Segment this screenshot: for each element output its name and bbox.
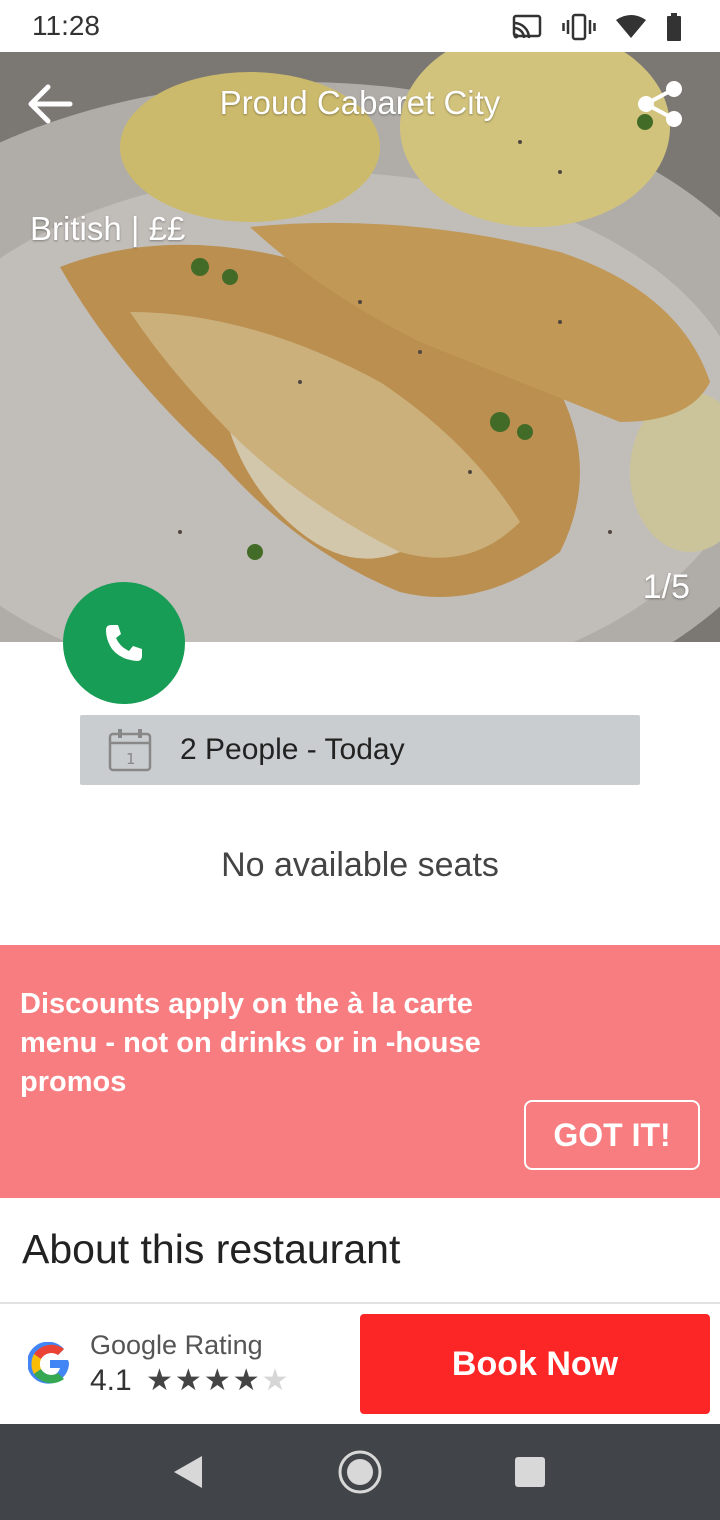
star-icon: ★ [203, 1364, 231, 1397]
booking-selection: 2 People - Today [180, 733, 405, 766]
promo-banner: Discounts apply on the à la carte menu -… [0, 945, 720, 1198]
call-button[interactable] [63, 582, 185, 704]
star-icon: ★ [146, 1364, 173, 1397]
hero-overlay [0, 52, 720, 642]
svg-text:1: 1 [126, 750, 136, 768]
arrow-left-icon[interactable] [26, 82, 74, 126]
hero-image[interactable]: Proud Cabaret City British | ££ 1/5 [0, 52, 720, 642]
rating-value: 4.1 [90, 1364, 132, 1397]
star-icon: ★ [174, 1364, 202, 1397]
status-bar: 11:28 [0, 0, 720, 52]
cuisine-price: British | ££ [30, 210, 186, 247]
phone-icon [106, 625, 142, 661]
google-logo [28, 1342, 69, 1384]
wifi-icon [616, 15, 646, 38]
back-triangle-icon[interactable] [164, 1448, 212, 1496]
status-time: 11:28 [32, 10, 100, 41]
bottom-bar: Google Rating 4.1 ★ ★ ★ ★ ★ Book Now [0, 1304, 720, 1424]
got-it-button[interactable]: GOT IT! [524, 1100, 700, 1170]
book-now-button[interactable]: Book Now [360, 1314, 710, 1414]
recents-square-icon[interactable] [506, 1448, 554, 1496]
restaurant-title: Proud Cabaret City [219, 84, 501, 121]
battery-icon [667, 13, 681, 41]
nav-bar [0, 1424, 720, 1520]
promo-message: Discounts apply on the à la carte menu -… [20, 988, 481, 1098]
home-circle-icon[interactable] [336, 1448, 384, 1496]
availability-message: No available seats [221, 846, 499, 884]
star-icon: ★ [232, 1364, 260, 1397]
image-counter: 1/5 [642, 568, 690, 606]
calendar-icon: 1 [108, 729, 152, 772]
cast-icon [512, 14, 542, 39]
vibrate-icon [562, 13, 596, 41]
status-icons [512, 12, 682, 42]
rating-stars: ★ ★ ★ ★ ★ [146, 1364, 289, 1398]
share-icon[interactable] [636, 80, 684, 128]
rating-label: Google Rating [90, 1330, 263, 1360]
star-icon: ★ [261, 1364, 289, 1397]
about-heading: About this restaurant [22, 1226, 401, 1272]
booking-selector[interactable]: 1 2 People - Today [80, 715, 640, 785]
